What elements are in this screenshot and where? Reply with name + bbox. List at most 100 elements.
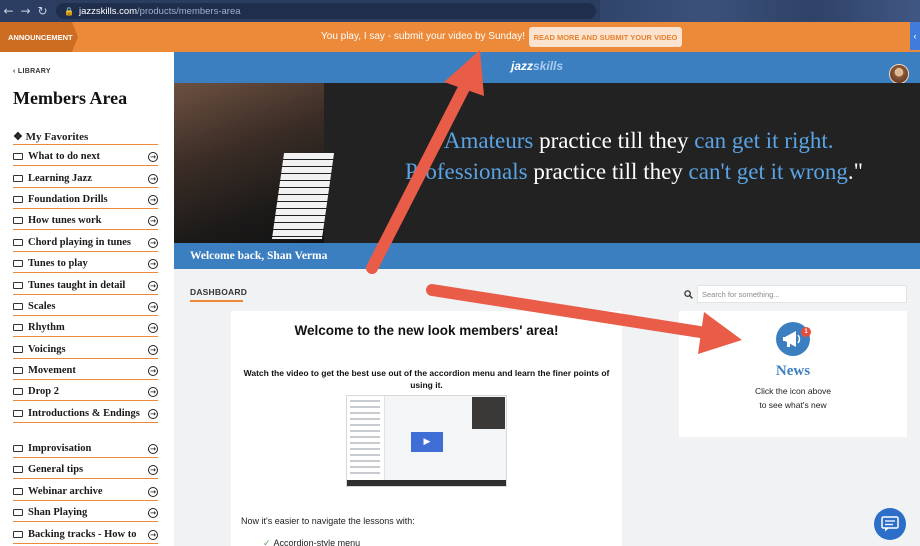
tab-dashboard[interactable]: DASHBOARD — [190, 287, 247, 297]
feature-list-item: ✓ Accordion-style menu — [263, 538, 360, 546]
sidebar-item-label: Foundation Drills — [28, 194, 108, 205]
video-menu-preview — [347, 396, 385, 486]
arrow-right-circle-icon[interactable]: → — [148, 409, 158, 419]
sidebar-item-label: Introductions & Endings — [28, 408, 140, 419]
arrow-right-circle-icon[interactable]: → — [148, 195, 158, 205]
sidebar-item-label: Rhythm — [28, 322, 65, 333]
sidebar-item-how-tunes-work[interactable]: How tunes work → — [13, 215, 158, 230]
arrow-right-circle-icon[interactable]: → — [148, 152, 158, 162]
sidebar-item-improvisation[interactable]: Improvisation → — [13, 443, 158, 458]
sidebar-item-label: Learning Jazz — [28, 173, 92, 184]
folder-icon — [13, 239, 23, 246]
chat-icon[interactable] — [874, 508, 906, 540]
browser-toolbar: ← → ↻ 🔒 jazzskills.com /products/members… — [0, 0, 920, 22]
url-host: jazzskills.com — [78, 5, 138, 17]
folder-icon — [13, 153, 23, 160]
sidebar-item-chord-playing-in-tunes[interactable]: Chord playing in tunes → — [13, 237, 158, 252]
sidebar-item-label: How tunes work — [28, 215, 102, 226]
arrow-right-circle-icon[interactable]: → — [148, 323, 158, 333]
sidebar-item-shan-playing[interactable]: Shan Playing → — [13, 507, 158, 522]
arrow-right-circle-icon[interactable]: → — [148, 530, 158, 540]
arrow-right-circle-icon[interactable]: → — [148, 366, 158, 376]
sidebar-item-rhythm[interactable]: Rhythm → — [13, 322, 158, 337]
welcome-card: Welcome to the new look members' area! W… — [231, 311, 622, 546]
news-title[interactable]: News — [679, 363, 907, 380]
arrow-right-circle-icon[interactable]: → — [148, 281, 158, 291]
sidebar-item-what-to-do-next[interactable]: What to do next → — [13, 151, 158, 166]
search-icon[interactable] — [679, 285, 697, 303]
sidebar-item-tunes-to-play[interactable]: Tunes to play → — [13, 258, 158, 273]
piano-keys-image — [271, 153, 335, 239]
arrow-right-circle-icon[interactable]: → — [148, 216, 158, 226]
sidebar-item-label: General tips — [28, 464, 84, 475]
sidebar-item-backing-tracks-how-to[interactable]: Backing tracks - How to → — [13, 529, 158, 544]
sidebar-item-general-tips[interactable]: General tips → — [13, 464, 158, 479]
check-icon: ✓ — [263, 539, 271, 546]
sidebar-item-webinar-archive[interactable]: Webinar archive → — [13, 486, 158, 501]
notification-badge: 1 — [801, 327, 811, 337]
lock-icon: 🔒 — [64, 6, 74, 16]
hero-quote: "Amateurs practice till they can get it … — [404, 128, 864, 184]
folder-icon — [13, 217, 23, 224]
arrow-right-circle-icon[interactable]: → — [148, 302, 158, 312]
arrow-right-circle-icon[interactable]: → — [148, 508, 158, 518]
sidebar-item-learning-jazz[interactable]: Learning Jazz → — [13, 173, 158, 188]
arrow-right-circle-icon[interactable]: → — [148, 487, 158, 497]
sidebar-item-foundation-drills[interactable]: Foundation Drills → — [13, 194, 158, 209]
address-bar[interactable]: 🔒 jazzskills.com /products/members-area — [56, 3, 596, 19]
sidebar-item-label: Voicings — [28, 344, 66, 355]
site-header: jazzskills — [174, 52, 920, 84]
sidebar-item-introductions-endings[interactable]: Introductions & Endings → — [13, 408, 158, 423]
sidebar-item-drop-2[interactable]: Drop 2 → — [13, 386, 158, 401]
folder-icon — [13, 196, 23, 203]
reload-icon[interactable]: ↻ — [34, 4, 51, 18]
search-input[interactable] — [697, 285, 907, 303]
search-box — [679, 285, 907, 303]
sidebar-item-label: Tunes to play — [28, 258, 88, 269]
card-note: Now it's easier to navigate the lessons … — [241, 516, 415, 526]
folder-icon — [13, 488, 23, 495]
divider — [13, 144, 158, 145]
announcement-tag: ANNOUNCEMENT — [0, 22, 78, 52]
folder-icon — [13, 388, 23, 395]
sidebar-item-label: Movement — [28, 365, 76, 376]
sidebar-item-favorites[interactable]: ❖ My Favorites — [13, 130, 88, 143]
sidebar-item-voicings[interactable]: Voicings → — [13, 344, 158, 359]
sidebar-item-tunes-taught-in-detail[interactable]: Tunes taught in detail → — [13, 280, 158, 295]
forward-icon[interactable]: → — [17, 4, 34, 18]
arrow-right-circle-icon[interactable]: → — [148, 345, 158, 355]
folder-icon — [13, 260, 23, 267]
library-back-link[interactable]: ‹ LIBRARY — [13, 68, 51, 75]
url-path: /products/members-area — [137, 5, 241, 17]
sidebar-item-movement[interactable]: Movement → — [13, 365, 158, 380]
sidebar-item-label: Webinar archive — [28, 486, 103, 497]
folder-icon — [13, 346, 23, 353]
sidebar-item-label: Drop 2 — [28, 386, 60, 397]
arrow-right-circle-icon[interactable]: → — [148, 465, 158, 475]
folder-icon — [13, 509, 23, 516]
active-tab-indicator — [190, 300, 243, 302]
arrow-right-circle-icon[interactable]: → — [148, 259, 158, 269]
avatar[interactable] — [889, 64, 909, 84]
chevron-left-icon[interactable]: ‹ — [910, 22, 920, 50]
arrow-right-circle-icon[interactable]: → — [148, 444, 158, 454]
welcome-bar: Welcome back, Shan Verma — [174, 243, 920, 269]
sidebar-item-scales[interactable]: Scales → — [13, 301, 158, 316]
announcement-bar: ANNOUNCEMENT You play, I say - submit yo… — [0, 22, 920, 52]
video-control-bar[interactable] — [347, 480, 506, 486]
folder-icon — [13, 282, 23, 289]
back-icon[interactable]: ← — [0, 4, 17, 18]
play-icon[interactable]: ▶ — [411, 432, 443, 452]
jazzskills-logo[interactable]: jazzskills — [511, 59, 563, 73]
sidebar-item-label: Chord playing in tunes — [28, 237, 131, 248]
video-webcam-overlay — [472, 397, 505, 429]
arrow-right-circle-icon[interactable]: → — [148, 238, 158, 248]
folder-icon — [13, 303, 23, 310]
arrow-right-circle-icon[interactable]: → — [148, 387, 158, 397]
tutorial-video[interactable]: ▶ — [346, 395, 507, 487]
arrow-right-circle-icon[interactable]: → — [148, 174, 158, 184]
read-more-button[interactable]: READ MORE AND SUBMIT YOUR VIDEO — [529, 27, 682, 47]
sidebar-item-label: Backing tracks - How to — [28, 529, 137, 540]
card-subtitle: Watch the video to get the best use out … — [243, 368, 610, 390]
folder-icon — [13, 531, 23, 538]
